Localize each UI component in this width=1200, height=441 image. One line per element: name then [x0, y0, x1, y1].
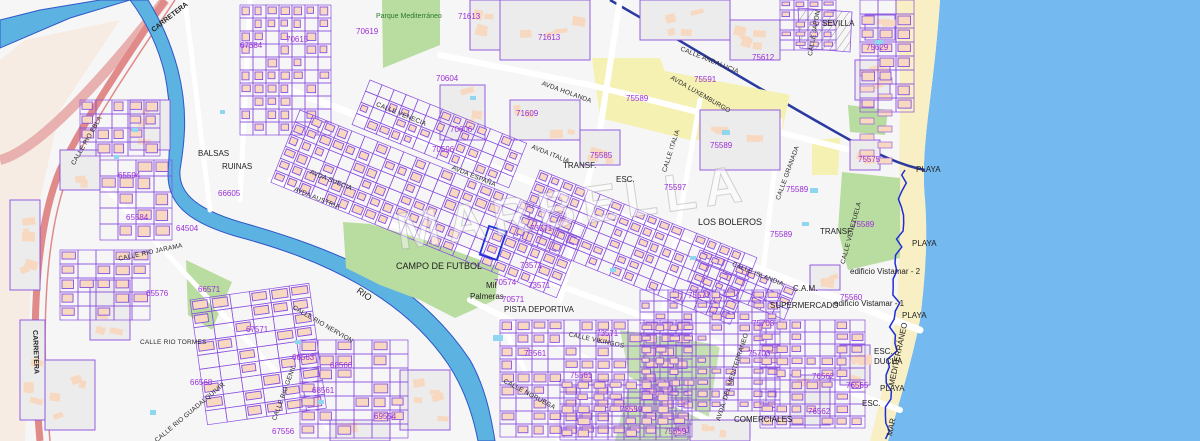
place-campo-futbol: CAMPO DE FUTBOL: [396, 261, 483, 271]
parcel-id[interactable]: 70574: [494, 279, 516, 287]
parcel-id[interactable]: 73571: [528, 282, 550, 290]
parcel-id[interactable]: 75597: [664, 184, 686, 192]
parcel-id[interactable]: 64504: [176, 225, 198, 233]
parcel-id[interactable]: 67571: [246, 326, 268, 334]
parcel-id[interactable]: 66605: [218, 190, 240, 198]
parcel-id[interactable]: 75703: [748, 350, 770, 358]
place-cam: C.A.M.: [793, 284, 818, 293]
place-pista-deportiva: PISTA DEPORTIVA: [504, 305, 574, 314]
parcel-id[interactable]: 76565: [846, 382, 868, 390]
parcel-id[interactable]: 75559: [664, 428, 686, 436]
parcel-id[interactable]: 73571: [520, 262, 542, 270]
place-comerciales: COMERCIALES: [734, 415, 793, 424]
parcel-id[interactable]: 67556: [272, 428, 294, 436]
street-calle-rio-tormes: CALLE RIO TORMES: [140, 339, 207, 346]
parcel-id[interactable]: 68566: [330, 362, 352, 370]
parcel-id[interactable]: 75629: [866, 44, 888, 52]
parcel-id[interactable]: 73561: [524, 350, 546, 358]
parcel-id[interactable]: 75575: [858, 156, 880, 164]
place-balsas: BALSAS: [198, 149, 230, 158]
parcel-id[interactable]: 71613: [538, 34, 560, 42]
parcel-id[interactable]: 65576: [146, 290, 168, 298]
parcel-id[interactable]: 75591: [694, 76, 716, 84]
parcel-id[interactable]: 71609: [516, 110, 538, 118]
parcel-id[interactable]: 65594: [118, 172, 140, 180]
street-carretera-side: CARRETERA: [31, 330, 40, 375]
place-ruinas: RUINAS: [222, 162, 253, 171]
place-mil: Mil: [486, 281, 497, 290]
cadastral-map[interactable]: MARBELLA 71613 71613 70604 71609 75612 7…: [0, 0, 1200, 441]
parcel-id[interactable]: 75612: [752, 54, 774, 62]
sea: [888, 0, 1200, 441]
parcel-id[interactable]: 75589: [770, 231, 792, 239]
parcel-id[interactable]: 70596: [432, 146, 454, 154]
place-supermercado: SUPERMERCADO: [770, 301, 839, 310]
parcel-id[interactable]: 75703: [752, 320, 774, 328]
parcel-id[interactable]: 75589: [626, 95, 648, 103]
parcel-id[interactable]: 66563: [292, 354, 314, 362]
parcel-id[interactable]: 66568: [190, 379, 212, 387]
parcel-id[interactable]: 66571: [198, 286, 220, 294]
place-playa-2: PLAYA: [912, 239, 937, 248]
parcel-id[interactable]: 73559: [620, 406, 642, 414]
parcel-id[interactable]: 67584: [240, 42, 262, 50]
parcel-id[interactable]: 75561: [570, 372, 592, 380]
place-sevilla: SEVILLA: [822, 19, 855, 28]
parcel-id[interactable]: 75571: [688, 292, 710, 300]
parcel-id[interactable]: 70619: [356, 28, 378, 36]
place-playa-4: PLAYA: [880, 384, 905, 393]
place-parque-mediterraneo: Parque Mediterráneo: [376, 13, 442, 20]
place-palmeras: Palmeras: [470, 292, 504, 301]
parcel-id[interactable]: 73571: [530, 225, 552, 233]
parcel-id[interactable]: 75589: [786, 186, 808, 194]
parcel-id[interactable]: 68561: [312, 387, 334, 395]
parcel-id[interactable]: 70615: [286, 36, 308, 44]
parcel-id[interactable]: 70604: [436, 75, 458, 83]
place-esc-3: ESC.: [862, 399, 881, 408]
place-esc-1: ESC.: [616, 175, 635, 184]
place-los-boleros: LOS BOLEROS: [698, 217, 763, 227]
parcel-id[interactable]: 70571: [502, 296, 524, 304]
parcel-id[interactable]: 69554: [374, 413, 396, 421]
parcel-id[interactable]: 71613: [458, 13, 480, 21]
parcel-id[interactable]: 76562: [812, 373, 834, 381]
place-edificio-vistamar-2: edificio Vistamar - 2: [850, 267, 921, 276]
place-playa-3: PLAYA: [902, 311, 927, 320]
parcel-id[interactable]: 76562: [808, 408, 830, 416]
parcel-id[interactable]: 75585: [590, 152, 612, 160]
place-playa-1: PLAYA: [916, 165, 941, 174]
parcel-id[interactable]: 65584: [126, 214, 148, 222]
parcel-id[interactable]: 75589: [710, 142, 732, 150]
place-esc-2: ESC.: [874, 347, 893, 356]
parcel-id[interactable]: 70606: [450, 126, 472, 134]
place-edificio-vistamar-1: edificio Vistamar - 1: [834, 299, 905, 308]
